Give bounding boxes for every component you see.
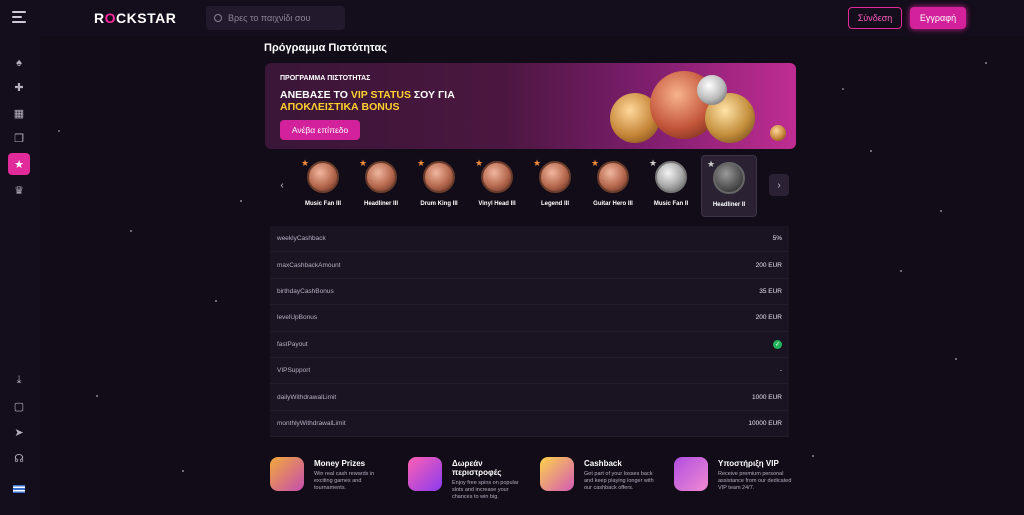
level-item[interactable]: ★ Music Fan III <box>295 155 351 217</box>
row-key: levelUpBonus <box>277 314 318 322</box>
row-value: 1000 EUR <box>752 393 782 401</box>
level-carousel: ‹ ★ Music Fan III ★ Headliner III ★ Drum King… <box>272 155 790 217</box>
telegram-icon[interactable]: ➤ <box>10 423 28 441</box>
feature-vip-support: Υποστήριξη VIP Receive premium personal … <box>674 455 804 505</box>
menu-toggle-icon[interactable] <box>12 11 26 23</box>
row-key: maxCashbackAmount <box>277 261 341 269</box>
sidebar: ♠ ✚ ▦ ❒ ★ ♛ ⤓ ▢ ➤ ☊ <box>0 36 40 515</box>
flag-gr-icon[interactable] <box>10 480 28 498</box>
row-value: 35 EUR <box>759 287 782 295</box>
table-row: monthlyWithdrawalLimit 10000 EUR <box>270 411 789 438</box>
row-key: birthdayCashBonus <box>277 287 334 295</box>
row-key: fastPayout <box>277 340 308 348</box>
level-star-icon: ★ <box>533 158 542 168</box>
headset-icon[interactable]: ☊ <box>10 449 28 467</box>
table-row: levelUpBonus 200 EUR <box>270 305 789 332</box>
level-item[interactable]: ★ Guitar Hero III <box>585 155 641 217</box>
level-medal-icon: ★ <box>417 158 455 193</box>
level-item[interactable]: ★ Legend III <box>527 155 583 217</box>
row-value: 200 EUR <box>755 261 782 269</box>
table-row: birthdayCashBonus 35 EUR <box>270 279 789 306</box>
banner-headline: ΑΝΕΒΑΣΕ ΤΟ VIP STATUS ΣΟΥ ΓΙΑ ΑΠΟΚΛΕΙΣΤΙ… <box>280 89 455 113</box>
level-star-icon: ★ <box>591 158 600 168</box>
level-star-icon: ★ <box>707 159 716 169</box>
level-item[interactable]: ★ Vinyl Head III <box>469 155 525 217</box>
search-placeholder: Βρες το παιχνίδι σου <box>228 13 311 23</box>
level-label: Music Fan III <box>304 201 341 207</box>
search-icon <box>214 14 222 22</box>
level-medal-icon: ★ <box>533 158 571 193</box>
feature-money-prizes: Money Prizes Win real cash rewards in ex… <box>270 455 400 505</box>
features-row: Money Prizes Win real cash rewards in ex… <box>270 455 791 505</box>
level-label: Headliner III <box>363 201 398 207</box>
level-item[interactable]: ★ Headliner III <box>353 155 409 217</box>
row-key: dailyWithdrawalLimit <box>277 393 337 401</box>
grid-icon[interactable]: ▦ <box>10 104 28 122</box>
level-star-icon: ★ <box>301 158 310 168</box>
feature-cashback: Cashback Get part of your losses back an… <box>540 455 670 505</box>
check-icon: ✓ <box>773 339 782 349</box>
vip-support-icon <box>674 457 708 491</box>
row-key: monthlyWithdrawalLimit <box>277 419 346 427</box>
search-input[interactable]: Βρες το παιχνίδι σου <box>206 6 345 30</box>
carousel-next-icon[interactable]: › <box>769 174 789 196</box>
level-label: Guitar Hero III <box>593 201 633 207</box>
puzzle-icon[interactable]: ✚ <box>10 78 28 96</box>
level-medal-icon: ★ <box>359 158 397 193</box>
level-label: Headliner II <box>712 202 746 208</box>
row-value: 5% <box>772 235 782 243</box>
level-item[interactable]: ★ Drum King III <box>411 155 467 217</box>
row-value: 10000 EUR <box>748 419 782 427</box>
free-spins-icon <box>408 457 442 491</box>
table-row: fastPayout ✓ <box>270 332 789 358</box>
gift-icon[interactable]: ❒ <box>10 129 28 147</box>
table-row: weeklyCashback 5% <box>270 226 789 253</box>
level-medal-icon: ★ <box>707 159 745 194</box>
level-item[interactable]: ★ Music Fan II <box>643 155 699 217</box>
level-medal-icon: ★ <box>649 158 687 193</box>
row-value: - <box>779 367 782 375</box>
carousel-prev-icon[interactable]: ‹ <box>276 179 288 191</box>
spade-icon[interactable]: ♠ <box>10 54 28 72</box>
top-bar: ROCKSTAR Βρες το παιχνίδι σου Σύνδεση Εγ… <box>0 0 1024 36</box>
banner-kicker: ΠΡΟΓΡΑΜΜΑ ΠΙΣΤΟΤΗΤΑΣ <box>280 75 371 82</box>
level-medal-icon: ★ <box>591 158 629 193</box>
table-row: dailyWithdrawalLimit 1000 EUR <box>270 384 789 411</box>
coin-art <box>697 75 727 105</box>
login-button[interactable]: Σύνδεση <box>848 7 902 29</box>
level-medal-icon: ★ <box>301 158 339 193</box>
square-icon[interactable]: ▢ <box>10 397 28 415</box>
level-star-icon: ★ <box>417 158 426 168</box>
star-icon[interactable]: ★ <box>8 153 30 175</box>
level-star-icon: ★ <box>475 158 484 168</box>
logo[interactable]: ROCKSTAR <box>94 10 176 26</box>
table-row: maxCashbackAmount 200 EUR <box>270 252 789 279</box>
feature-free-spins: Δωρεάν περιστροφές Enjoy free spins on p… <box>408 455 538 505</box>
level-benefits-table: weeklyCashback 5% maxCashbackAmount 200 EUR… <box>270 226 789 438</box>
money-prize-icon <box>270 457 304 491</box>
level-label: Drum King III <box>420 201 458 207</box>
level-label: Legend III <box>540 201 569 207</box>
row-key: VIPSupport <box>277 367 311 375</box>
download-icon[interactable]: ⤓ <box>10 371 28 389</box>
level-medal-icon: ★ <box>475 158 513 193</box>
level-label: Music Fan II <box>653 201 689 207</box>
level-label: Vinyl Head III <box>478 201 516 207</box>
page-title: Πρόγραμμα Πιστότητας <box>264 42 387 54</box>
vip-banner: ΠΡΟΓΡΑΜΜΑ ΠΙΣΤΟΤΗΤΑΣ ΑΝΕΒΑΣΕ ΤΟ VIP STAT… <box>265 63 796 149</box>
level-up-button[interactable]: Ανέβα επίπεδο <box>280 120 360 140</box>
register-button[interactable]: Εγγραφή <box>910 7 966 29</box>
level-item[interactable]: ★ Headliner II <box>701 155 757 217</box>
coin-art <box>770 125 786 141</box>
row-value: 200 EUR <box>755 314 782 322</box>
trophy-icon[interactable]: ♛ <box>10 181 28 199</box>
cashback-icon <box>540 457 574 491</box>
row-key: weeklyCashback <box>277 235 326 243</box>
level-star-icon: ★ <box>649 158 658 168</box>
level-star-icon: ★ <box>359 158 368 168</box>
table-row: VIPSupport - <box>270 358 789 385</box>
